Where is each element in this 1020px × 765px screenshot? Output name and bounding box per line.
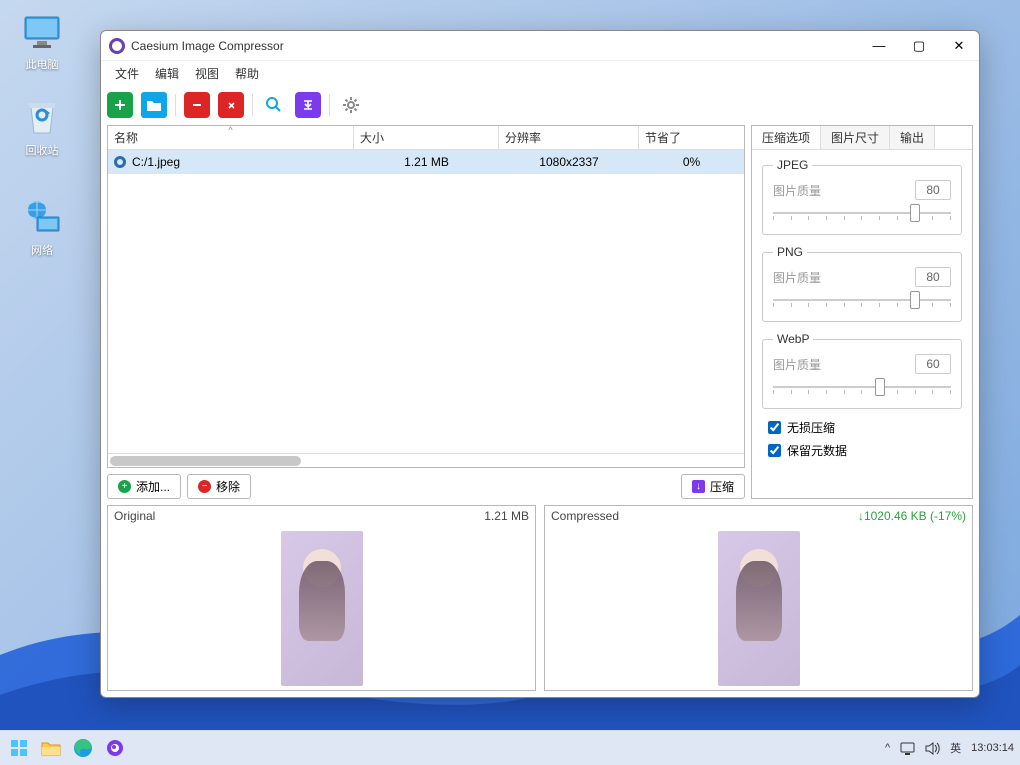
- preview-original-size: 1.21 MB: [484, 509, 529, 523]
- image-placeholder: [281, 531, 363, 686]
- maximize-button[interactable]: ▢: [899, 31, 939, 61]
- webp-group: WebP 图片质量 60: [762, 332, 962, 409]
- webp-quality-input[interactable]: 60: [915, 354, 951, 374]
- window-title: Caesium Image Compressor: [131, 39, 284, 53]
- jpeg-group: JPEG 图片质量 80: [762, 158, 962, 235]
- tray-ime[interactable]: 英: [950, 740, 961, 756]
- taskbar: ^ 英 13:03:14: [0, 730, 1020, 765]
- image-placeholder: [718, 531, 800, 686]
- png-quality-input[interactable]: 80: [915, 267, 951, 287]
- preview-original-label: Original: [114, 509, 155, 523]
- column-header-name[interactable]: 名称^: [108, 126, 354, 149]
- status-dot-icon: [114, 156, 126, 168]
- taskbar-edge[interactable]: [70, 735, 96, 761]
- table-row[interactable]: C:/1.jpeg 1.21 MB 1080x2337 0%: [108, 150, 744, 174]
- preview-original: Original 1.21 MB: [107, 505, 536, 691]
- start-button[interactable]: [6, 735, 32, 761]
- file-table: 名称^ 大小 分辨率 节省了 C:/1.jpeg 1.21 MB 1080x23…: [107, 125, 745, 468]
- tab-output[interactable]: 输出: [890, 126, 935, 149]
- webp-quality-slider[interactable]: [773, 380, 951, 394]
- plus-icon: +: [118, 480, 131, 493]
- remove-button[interactable]: −移除: [187, 474, 251, 499]
- metadata-checkbox[interactable]: 保留元数据: [768, 442, 962, 459]
- desktop-label: 回收站: [12, 142, 72, 158]
- compress-icon: ↓: [692, 480, 705, 493]
- preview-compressed-image[interactable]: [545, 526, 972, 690]
- taskbar-caesium[interactable]: [102, 735, 128, 761]
- desktop-label: 此电脑: [12, 56, 72, 72]
- tray-clock[interactable]: 13:03:14: [971, 742, 1014, 754]
- tab-compression-options[interactable]: 压缩选项: [752, 126, 821, 149]
- minimize-button[interactable]: —: [859, 31, 899, 61]
- menubar: 文件 编辑 视图 帮助: [101, 61, 979, 85]
- desktop-this-pc[interactable]: 此电脑: [12, 12, 72, 72]
- toolbar-add-folder-button[interactable]: [141, 92, 167, 118]
- add-button[interactable]: +添加...: [107, 474, 181, 499]
- monitor-icon: [22, 12, 62, 52]
- menu-help[interactable]: 帮助: [227, 63, 267, 84]
- network-icon: [22, 198, 62, 238]
- toolbar-preview-button[interactable]: [261, 92, 287, 118]
- menu-file[interactable]: 文件: [107, 63, 147, 84]
- desktop-recycle-bin[interactable]: 回收站: [12, 98, 72, 158]
- webp-quality-label: 图片质量: [773, 356, 909, 373]
- column-header-saved[interactable]: 节省了: [639, 126, 744, 149]
- toolbar-remove-button[interactable]: [184, 92, 210, 118]
- png-quality-label: 图片质量: [773, 269, 909, 286]
- toolbar-settings-button[interactable]: [338, 92, 364, 118]
- desktop-network[interactable]: 网络: [12, 198, 72, 258]
- sort-indicator-icon: ^: [228, 125, 232, 135]
- menu-edit[interactable]: 编辑: [147, 63, 187, 84]
- preview-compressed-label: Compressed: [551, 509, 619, 523]
- cell-size: 1.21 MB: [354, 153, 499, 171]
- compress-button[interactable]: ↓压缩: [681, 474, 745, 499]
- taskbar-explorer[interactable]: [38, 735, 64, 761]
- preview-compressed: Compressed↓ 1020.46 KB (-17%): [544, 505, 973, 691]
- jpeg-quality-input[interactable]: 80: [915, 180, 951, 200]
- preview-original-image[interactable]: [108, 526, 535, 690]
- app-icon: [109, 38, 125, 54]
- jpeg-quality-label: 图片质量: [773, 182, 909, 199]
- png-group: PNG 图片质量 80: [762, 245, 962, 322]
- jpeg-quality-slider[interactable]: [773, 206, 951, 220]
- tray-chevron-icon[interactable]: ^: [885, 742, 890, 754]
- tab-image-dimensions[interactable]: 图片尺寸: [821, 126, 890, 149]
- close-button[interactable]: ✕: [939, 31, 979, 61]
- titlebar[interactable]: Caesium Image Compressor — ▢ ✕: [101, 31, 979, 61]
- column-header-resolution[interactable]: 分辨率: [499, 126, 639, 149]
- lossless-checkbox[interactable]: 无损压缩: [768, 419, 962, 436]
- column-header-size[interactable]: 大小: [354, 126, 499, 149]
- recycle-bin-icon: [22, 98, 62, 138]
- png-quality-slider[interactable]: [773, 293, 951, 307]
- toolbar: [101, 85, 979, 125]
- cell-saved: 0%: [639, 153, 744, 171]
- toolbar-compress-button[interactable]: [295, 92, 321, 118]
- caesium-window: Caesium Image Compressor — ▢ ✕ 文件 编辑 视图 …: [100, 30, 980, 698]
- desktop-label: 网络: [12, 242, 72, 258]
- toolbar-add-button[interactable]: [107, 92, 133, 118]
- cell-name: C:/1.jpeg: [132, 155, 180, 169]
- minus-icon: −: [198, 480, 211, 493]
- jpeg-legend: JPEG: [773, 158, 812, 172]
- cell-resolution: 1080x2337: [499, 153, 639, 171]
- tray-volume-icon[interactable]: [925, 742, 940, 755]
- menu-view[interactable]: 视图: [187, 63, 227, 84]
- options-panel: 压缩选项 图片尺寸 输出 JPEG 图片质量 80 PNG 图片质量 80 WebP…: [751, 125, 973, 499]
- tray-network-icon[interactable]: [900, 742, 915, 755]
- png-legend: PNG: [773, 245, 807, 259]
- toolbar-clear-button[interactable]: [218, 92, 244, 118]
- webp-legend: WebP: [773, 332, 813, 346]
- preview-compressed-size: 1020.46 KB (-17%): [864, 509, 966, 523]
- horizontal-scrollbar[interactable]: [108, 453, 744, 467]
